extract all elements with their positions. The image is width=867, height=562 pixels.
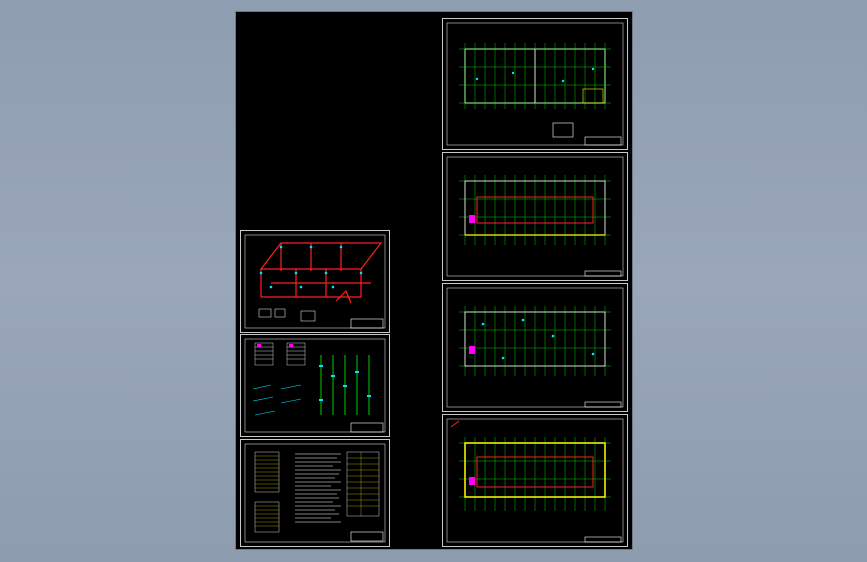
sheet-floor-plan-4[interactable]	[442, 414, 628, 547]
detail-blocks	[258, 308, 316, 322]
grid-axes	[459, 306, 611, 376]
floor-plan-2-drawing	[446, 156, 624, 277]
notes-tables-drawing	[244, 443, 386, 543]
design-notes-text	[295, 453, 341, 523]
sheet-floor-plan-1[interactable]	[442, 18, 628, 150]
plan-markers	[481, 318, 595, 360]
isometric-branches	[252, 384, 302, 416]
sheet-notes-tables[interactable]	[240, 439, 390, 547]
magenta-marks	[257, 344, 293, 347]
equipment-table	[346, 451, 380, 517]
sheet-floor-plan-3[interactable]	[442, 283, 628, 412]
floor-plan-4-drawing	[446, 418, 624, 543]
legend-grids	[254, 342, 306, 366]
material-table-2	[254, 501, 280, 533]
riser-diagram-drawing	[244, 338, 386, 433]
floor-plan-1-drawing	[446, 22, 624, 146]
sheet-isometric-system[interactable]	[240, 230, 390, 333]
isometric-pipe-drawing	[244, 234, 386, 329]
floor-plan-3-drawing	[446, 287, 624, 408]
drawing-canvas[interactable]	[236, 12, 632, 549]
sheet-floor-plan-2[interactable]	[442, 152, 628, 281]
red-pipe-network	[259, 242, 383, 304]
grid-axes	[459, 437, 611, 511]
sheet-riser-diagram[interactable]	[240, 334, 390, 437]
